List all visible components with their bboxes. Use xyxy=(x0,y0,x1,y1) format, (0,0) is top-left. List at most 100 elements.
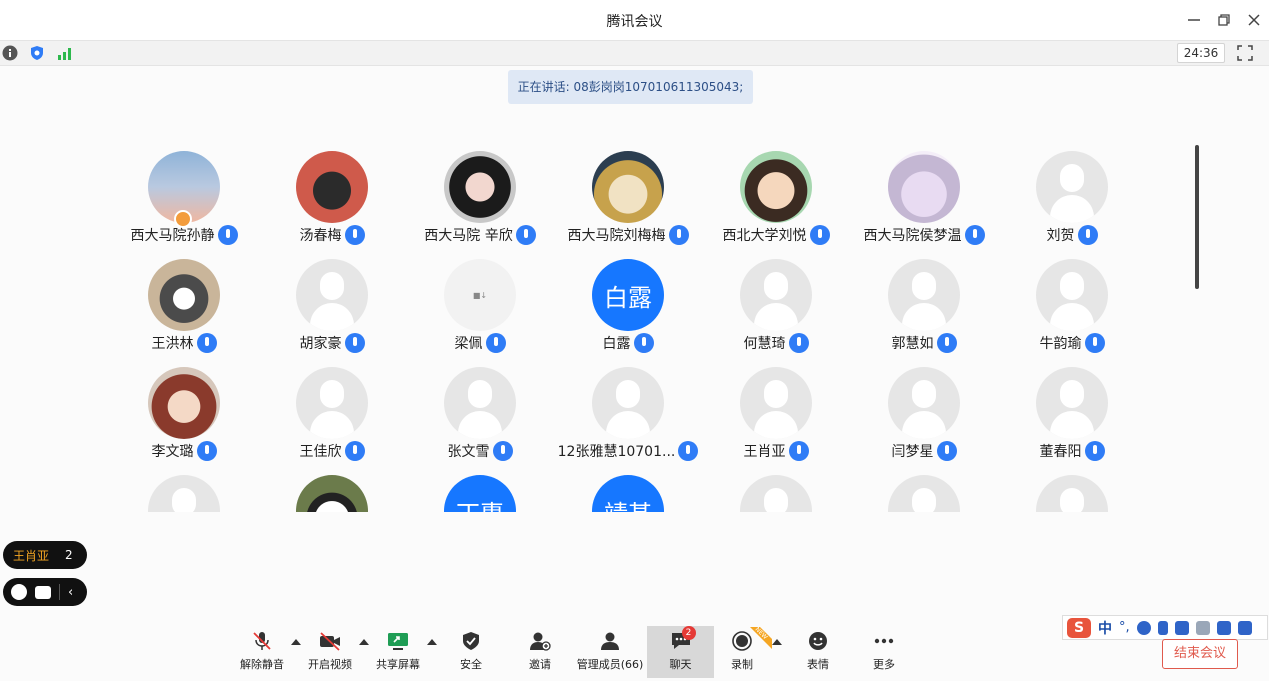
participant-tile[interactable]: 西北大学刘悦 xyxy=(702,148,850,256)
chat-unread-badge: 2 xyxy=(681,626,696,640)
info-icon[interactable] xyxy=(2,45,18,61)
participant-tile[interactable] xyxy=(998,472,1146,512)
ime-emoji-icon[interactable] xyxy=(1136,620,1151,635)
participant-tile[interactable]: 李文璐 xyxy=(110,364,258,472)
avatar xyxy=(148,367,220,439)
participant-name-row: 西大马院侯梦温 xyxy=(850,224,998,246)
ime-user-icon[interactable] xyxy=(1195,620,1210,635)
participant-tile[interactable]: 西大马院刘梅梅 xyxy=(554,148,702,256)
chat-button[interactable]: 2 聊天 xyxy=(647,626,714,678)
signal-icon[interactable] xyxy=(56,45,72,61)
avatar xyxy=(296,475,368,512)
participant-tile[interactable]: 王肖亚 xyxy=(702,364,850,472)
participant-name: 西大马院孙静 xyxy=(130,228,215,244)
avatar xyxy=(148,259,220,331)
participant-tile[interactable] xyxy=(110,472,258,512)
mic-icon xyxy=(485,333,506,353)
participant-name: 刘贺 xyxy=(1046,228,1075,244)
share-options-caret[interactable] xyxy=(427,639,437,645)
invite-button[interactable]: 邀请 xyxy=(516,626,564,678)
participant-name-row: 刘贺 xyxy=(998,224,1146,246)
ime-punctuation[interactable]: °, xyxy=(1119,620,1130,635)
avatar xyxy=(888,259,960,331)
more-button[interactable]: 更多 xyxy=(862,626,906,678)
video-options-caret[interactable] xyxy=(359,639,369,645)
fullscreen-icon[interactable] xyxy=(1237,45,1253,61)
participant-tile[interactable]: 牛韵瑜 xyxy=(998,256,1146,364)
participant-tile[interactable]: 闫梦星 xyxy=(850,364,998,472)
participant-tile[interactable]: 张文雪 xyxy=(406,364,554,472)
reactions-button[interactable]: 表情 xyxy=(796,626,840,678)
mic-icon xyxy=(344,333,365,353)
participant-name: 西大马院刘梅梅 xyxy=(567,228,666,244)
emoji-icon[interactable] xyxy=(11,584,27,600)
mic-icon xyxy=(344,441,365,461)
record-options-caret[interactable] xyxy=(772,639,782,645)
ime-skin-icon[interactable] xyxy=(1216,620,1231,635)
participant-tile[interactable]: 白露 白露 xyxy=(554,256,702,364)
participant-tile[interactable]: 西大马院侯梦温 xyxy=(850,148,998,256)
grid-scrollbar[interactable] xyxy=(1195,145,1199,289)
mic-muted-icon xyxy=(253,632,271,650)
participant-tile[interactable]: 郭慧如 xyxy=(850,256,998,364)
message-icon[interactable] xyxy=(35,585,51,599)
restore-icon xyxy=(1218,14,1230,26)
participant-name-row: 牛韵瑜 xyxy=(998,332,1146,354)
sogou-logo[interactable]: S xyxy=(1067,617,1091,638)
share-screen-button[interactable]: 共享屏幕 xyxy=(372,626,424,678)
participant-name: 闫梦星 xyxy=(891,444,934,460)
status-bar: 24:36 xyxy=(0,40,1269,66)
participant-name: 郭慧如 xyxy=(891,336,934,352)
avatar xyxy=(740,475,812,512)
avatar: 白露 xyxy=(592,259,664,331)
chat-label: 聊天 xyxy=(669,658,692,671)
ime-keyboard-icon[interactable] xyxy=(1174,620,1189,635)
participant-tile[interactable]: 王洪林 xyxy=(110,256,258,364)
chevron-left-icon[interactable]: ‹ xyxy=(68,585,73,600)
participant-tile[interactable]: 靖甚 xyxy=(554,472,702,512)
participant-tile[interactable]: 胡家豪 xyxy=(258,256,406,364)
participant-name: 王佳欣 xyxy=(299,444,342,460)
ime-language[interactable]: 中 xyxy=(1098,618,1112,638)
participant-name: 何慧琦 xyxy=(743,336,786,352)
mic-icon xyxy=(1084,441,1105,461)
participant-tile[interactable]: ■↓ 梁佩 xyxy=(406,256,554,364)
participant-tile[interactable]: 12张雅慧10701... xyxy=(554,364,702,472)
avatar: 丁惠 xyxy=(444,475,516,512)
avatar xyxy=(1036,367,1108,439)
participant-tile[interactable]: 何慧琦 xyxy=(702,256,850,364)
participant-tile[interactable]: 王佳欣 xyxy=(258,364,406,472)
minimize-icon xyxy=(1188,19,1200,21)
participant-tile[interactable]: 汤春梅 xyxy=(258,148,406,256)
mic-icon xyxy=(344,225,365,245)
end-meeting-button[interactable]: 结束会议 xyxy=(1162,639,1238,669)
ime-mic-icon[interactable] xyxy=(1157,620,1168,635)
security-button[interactable]: 安全 xyxy=(447,626,495,678)
minimize-button[interactable] xyxy=(1182,8,1206,32)
mic-icon xyxy=(809,225,830,245)
participant-name-row: 王肖亚 xyxy=(702,440,850,462)
mic-icon xyxy=(633,333,654,353)
avatar: ■↓ xyxy=(444,259,516,331)
participant-tile[interactable]: 刘贺 xyxy=(998,148,1146,256)
chat-notification[interactable]: 王肖亚 2 xyxy=(3,541,87,569)
mic-icon xyxy=(788,333,809,353)
restore-button[interactable] xyxy=(1212,8,1236,32)
participant-tile[interactable] xyxy=(702,472,850,512)
ime-toolbox-icon[interactable] xyxy=(1237,620,1252,635)
participant-tile[interactable]: 西大马院孙静 xyxy=(110,148,258,256)
close-button[interactable] xyxy=(1242,8,1266,32)
shield-icon[interactable] xyxy=(29,45,45,61)
manage-members-button[interactable]: 管理成员(66) xyxy=(574,626,646,678)
reaction-bar: ‹ xyxy=(3,578,87,606)
unmute-button[interactable]: 解除静音 xyxy=(236,626,288,678)
participant-tile[interactable]: 西大马院 辛欣 xyxy=(406,148,554,256)
start-video-button[interactable]: 开启视频 xyxy=(304,626,356,678)
mic-icon xyxy=(936,441,957,461)
audio-options-caret[interactable] xyxy=(291,639,301,645)
participant-tile[interactable]: 丁惠 xyxy=(406,472,554,512)
participant-tile[interactable] xyxy=(258,472,406,512)
participant-tile[interactable] xyxy=(850,472,998,512)
ime-toolbar: S 中 °, xyxy=(1062,615,1268,640)
participant-tile[interactable]: 董春阳 xyxy=(998,364,1146,472)
